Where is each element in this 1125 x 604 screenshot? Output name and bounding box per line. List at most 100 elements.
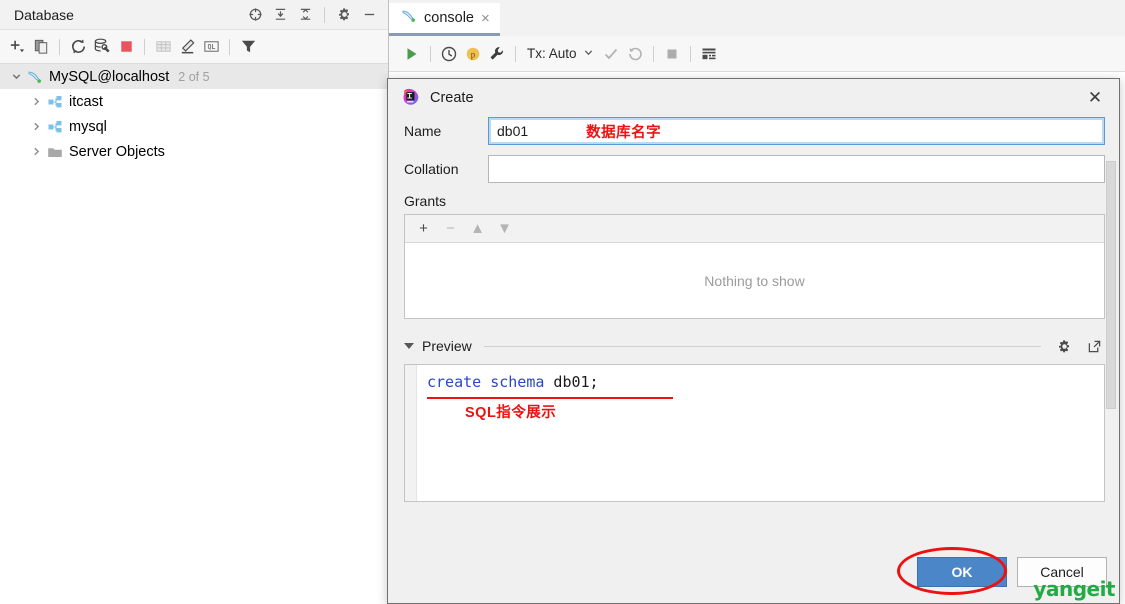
copy-icon[interactable] (30, 36, 52, 58)
toolbar-separator (652, 45, 654, 62)
tree-node-label: MySQL@localhost (49, 68, 170, 85)
name-field-row: Name db01 数据库名字 (404, 117, 1105, 145)
intellij-idea-icon (402, 88, 420, 109)
gear-icon[interactable] (333, 4, 355, 26)
add-dropdown-icon[interactable] (6, 36, 28, 58)
sql-identifier: db01; (544, 373, 599, 391)
folder-icon (45, 143, 64, 160)
editor-gutter (405, 365, 417, 501)
toolbar-separator (59, 38, 60, 55)
schema-icon (45, 93, 64, 110)
toolbar-separator (324, 6, 325, 23)
open-in-new-window-icon[interactable] (1083, 335, 1105, 357)
tree-node-label: Server Objects (69, 143, 165, 160)
dialog-scrollbar[interactable] (1106, 161, 1116, 413)
sql-keywords: create schema (427, 373, 545, 391)
toolbar-separator (144, 38, 145, 55)
sql-code-area[interactable]: create schema db01; SQL指令展示 (417, 365, 1104, 501)
grants-label: Grants (404, 193, 447, 209)
grants-panel: + − ▲ ▼ Nothing to show (404, 214, 1105, 319)
name-input-value: db01 (497, 123, 529, 139)
chevron-right-icon[interactable] (28, 118, 45, 135)
close-icon[interactable]: × (481, 11, 490, 26)
collation-field-row: Collation (404, 155, 1105, 183)
dialog-body: Name db01 数据库名字 Collation Grants + − ▲ ▼… (388, 117, 1119, 541)
grants-empty-message: Nothing to show (405, 243, 1104, 318)
svg-text:p: p (471, 49, 476, 59)
transaction-mode-selector[interactable]: Tx: Auto (523, 46, 598, 61)
ok-button[interactable]: OK (917, 557, 1007, 587)
toolbar-separator (515, 45, 516, 62)
refresh-icon[interactable] (67, 36, 89, 58)
filter-icon[interactable] (237, 36, 259, 58)
edit-icon[interactable] (176, 36, 198, 58)
tree-node-itcast[interactable]: itcast (0, 89, 388, 114)
watermark-yangeit: yangeit (1033, 577, 1115, 601)
tree-node-label: itcast (69, 93, 103, 110)
ql-icon[interactable]: QL (200, 36, 222, 58)
preview-label: Preview (422, 338, 472, 354)
move-down-icon: ▼ (497, 220, 512, 237)
history-clock-icon[interactable] (438, 43, 460, 65)
sql-annotation-label: SQL指令展示 (465, 405, 557, 421)
move-up-icon: ▲ (470, 220, 485, 237)
chevron-down-icon[interactable] (8, 68, 25, 85)
preview-divider (483, 345, 1041, 347)
gear-icon[interactable] (1053, 335, 1075, 357)
database-tool-window: Database QL MySQL@localhost 2 of 5 itcas… (0, 0, 389, 604)
collation-label: Collation (404, 161, 459, 177)
database-settings-icon[interactable] (91, 36, 113, 58)
database-panel-title: Database (14, 6, 74, 23)
commit-check-icon (600, 43, 622, 65)
stop-square-icon (661, 43, 683, 65)
close-icon[interactable]: ✕ (1085, 88, 1105, 108)
tree-node-count: 2 of 5 (178, 69, 210, 84)
database-tree[interactable]: MySQL@localhost 2 of 5 itcast mysql Serv… (0, 64, 388, 164)
tree-node-server-objects[interactable]: Server Objects (0, 139, 388, 164)
mysql-dolphin-icon (401, 8, 417, 28)
collapse-all-icon[interactable] (294, 4, 316, 26)
tab-console[interactable]: console × (389, 3, 500, 36)
name-input[interactable]: db01 数据库名字 (488, 117, 1105, 145)
rollback-icon (624, 43, 646, 65)
database-panel-header: Database (0, 0, 388, 30)
triangle-down-icon[interactable] (404, 343, 414, 349)
tab-label: console (424, 10, 474, 26)
run-icon[interactable] (401, 43, 423, 65)
schema-icon (45, 118, 64, 135)
editor-tab-strip: console × (389, 0, 1125, 36)
dialog-footer: OK Cancel yangeit (388, 541, 1119, 603)
minimize-icon[interactable] (358, 4, 380, 26)
dialog-titlebar: Create ✕ (388, 79, 1119, 117)
expand-all-icon[interactable] (269, 4, 291, 26)
parameters-icon[interactable]: p (462, 43, 484, 65)
stop-icon[interactable] (115, 36, 137, 58)
dialog-scrollbar-thumb[interactable] (1106, 161, 1116, 409)
add-grant-icon[interactable]: + (415, 220, 432, 237)
sql-annotation-underline (427, 397, 673, 399)
toolbar-separator (689, 45, 691, 62)
chevron-right-icon[interactable] (28, 93, 45, 110)
chevron-down-icon (583, 46, 594, 61)
preview-header: Preview (404, 335, 1105, 357)
tree-node-label: mysql (69, 118, 107, 135)
name-label: Name (404, 123, 442, 139)
grants-toolbar: + − ▲ ▼ (405, 215, 1104, 243)
create-schema-dialog: Create ✕ Name db01 数据库名字 Collation Grant… (387, 78, 1120, 604)
svg-text:QL: QL (207, 43, 215, 51)
collation-input[interactable] (488, 155, 1105, 183)
tree-node-mysql-localhost[interactable]: MySQL@localhost 2 of 5 (0, 64, 388, 89)
wrench-icon[interactable] (486, 43, 508, 65)
database-header-actions (244, 4, 380, 26)
mysql-dolphin-icon (25, 68, 44, 85)
chevron-right-icon[interactable] (28, 143, 45, 160)
remove-grant-icon: − (446, 220, 455, 237)
table-icon[interactable] (152, 36, 174, 58)
database-toolbar: QL (0, 30, 388, 64)
sql-preview-panel[interactable]: create schema db01; SQL指令展示 (404, 364, 1105, 502)
dialog-title: Create (430, 90, 474, 106)
locate-target-icon[interactable] (244, 4, 266, 26)
console-toolbar: p Tx: Auto (389, 36, 1125, 72)
grid-output-icon[interactable] (698, 43, 720, 65)
tree-node-mysql[interactable]: mysql (0, 114, 388, 139)
